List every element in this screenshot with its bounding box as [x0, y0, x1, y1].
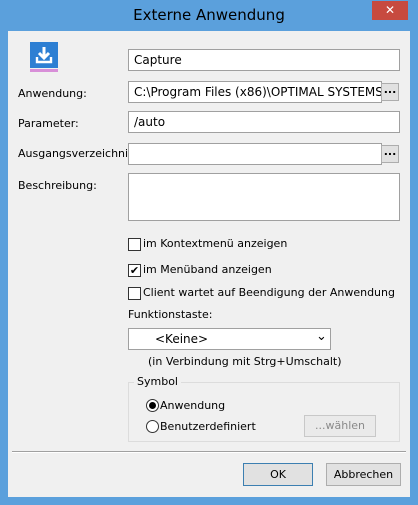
separator	[12, 451, 406, 453]
function-key-hint: (in Verbindung mit Strg+Umschalt)	[148, 355, 342, 368]
symbol-custom-label: Benutzerdefiniert	[160, 420, 256, 433]
application-path-field[interactable]: C:\Program Files (x86)\OPTIMAL SYSTEMS\O…	[128, 81, 382, 103]
description-label: Beschreibung:	[18, 179, 97, 192]
function-key-value: <Keine>	[155, 332, 209, 346]
browse-output-dir-button[interactable]: ...	[381, 145, 399, 163]
parameter-value: /auto	[134, 115, 166, 129]
cancel-button[interactable]: Abbrechen	[326, 463, 401, 486]
application-label: Anwendung:	[18, 87, 87, 100]
symbol-group-label: Symbol	[134, 375, 181, 388]
context-menu-checkbox[interactable]	[128, 238, 141, 251]
radio-selected-dot	[149, 402, 156, 409]
dialog-body: Capture Anwendung: C:\Program Files (x86…	[8, 31, 410, 497]
symbol-custom-radio[interactable]	[146, 420, 159, 433]
function-key-dropdown[interactable]: <Keine> ⌄	[128, 328, 331, 350]
dialog-window: Externe Anwendung ✕ Capture Anwendung: C…	[0, 0, 418, 505]
ok-button[interactable]: OK	[243, 463, 313, 486]
context-menu-label: im Kontextmenü anzeigen	[143, 237, 288, 250]
parameter-field[interactable]: /auto	[128, 111, 400, 133]
symbol-application-label: Anwendung	[160, 399, 226, 412]
window-title: Externe Anwendung	[133, 6, 285, 24]
choose-symbol-button[interactable]: ...wählen	[304, 415, 376, 437]
symbol-application-radio[interactable]	[146, 399, 159, 412]
name-value: Capture	[134, 53, 182, 67]
description-field[interactable]	[128, 173, 400, 221]
client-waits-label: Client wartet auf Beendigung der Anwendu…	[143, 286, 395, 299]
client-waits-checkbox[interactable]	[128, 287, 141, 300]
application-path-value: C:\Program Files (x86)\OPTIMAL SYSTEMS\O…	[134, 85, 382, 99]
function-key-label: Funktionstaste:	[128, 308, 213, 321]
close-button[interactable]: ✕	[372, 1, 408, 20]
parameter-label: Parameter:	[18, 117, 79, 130]
chevron-down-icon: ⌄	[316, 329, 327, 344]
ribbon-checkbox[interactable]: ✔	[128, 264, 141, 277]
output-dir-label: Ausgangsverzeichnis:	[18, 147, 138, 160]
browse-application-button[interactable]: ...	[381, 83, 399, 101]
close-icon: ✕	[384, 3, 396, 17]
check-icon: ✔	[129, 264, 140, 277]
output-dir-field[interactable]	[128, 143, 382, 165]
name-field[interactable]: Capture	[128, 49, 400, 71]
download-icon	[28, 40, 62, 74]
ribbon-label: im Menüband anzeigen	[143, 263, 272, 276]
